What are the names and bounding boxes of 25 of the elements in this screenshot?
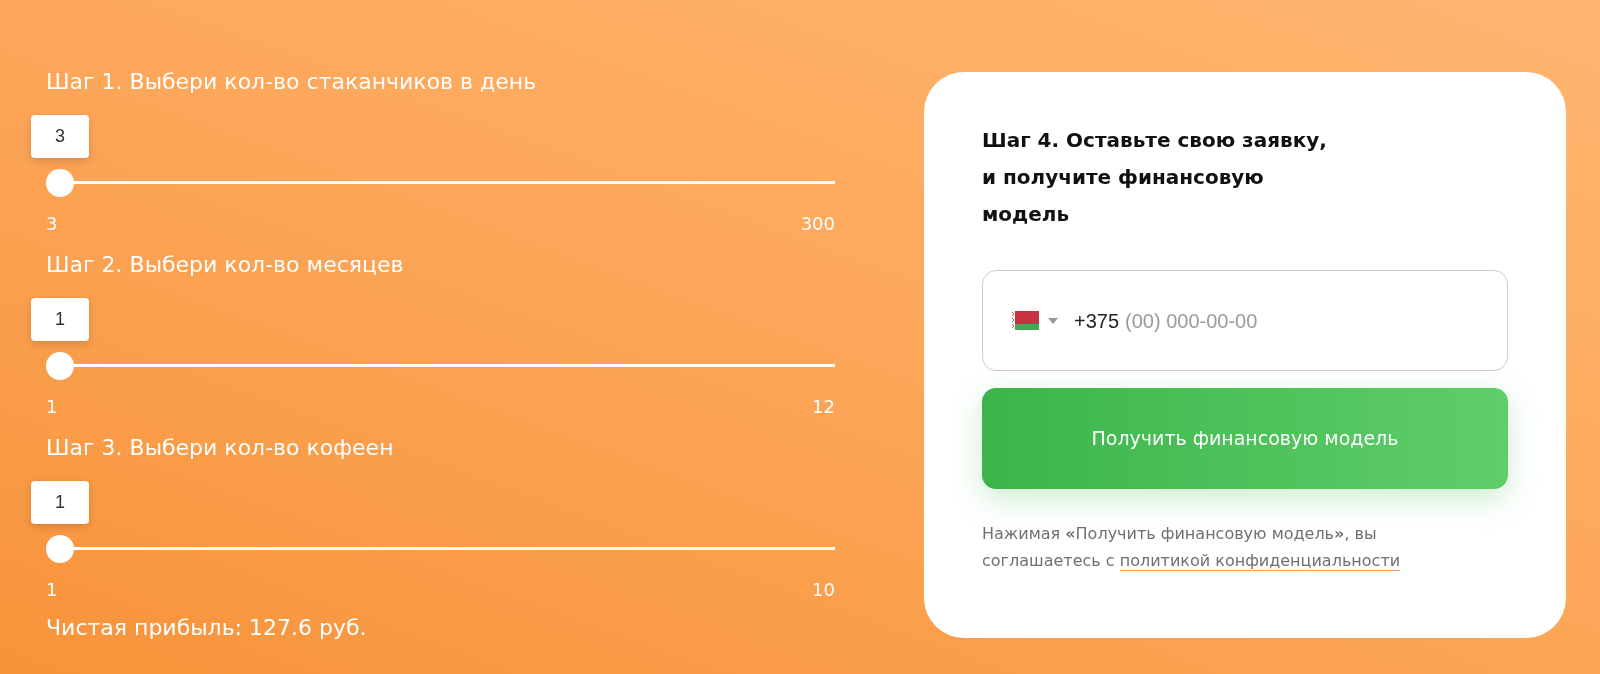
value-bubble: 3 [31,115,89,158]
slider-thumb[interactable] [46,535,74,563]
consent-text: Нажимая «Получить финансовую модель», вы соглашаетесь с политикой конфиденциальности [982,523,1402,573]
max-label: 12 [812,397,835,417]
flag-icon[interactable] [1011,311,1039,330]
slider-thumb[interactable] [46,352,74,380]
min-label: 3 [46,214,58,234]
value-bubble: 1 [31,298,89,341]
phone-field[interactable]: +375 (00) 000-00-00 [982,270,1508,371]
min-label: 1 [46,580,58,600]
max-label: 10 [812,580,835,600]
slider-track[interactable] [46,352,835,380]
form-heading: Шаг 4. Оставьте свою заявку, и получите финансовую модель [982,127,1328,228]
caret-icon[interactable] [1048,317,1058,324]
slider-track[interactable] [46,169,835,197]
value-bubble: 1 [31,481,89,524]
min-label: 1 [46,397,58,417]
step-heading: Шаг 1. Выбери кол-во стаканчиков в день [46,68,538,96]
max-label: 300 [800,214,835,234]
profit-text: Чистая прибыль: 127.6 руб. [46,614,368,642]
privacy-policy-link[interactable]: политикой конфиденциальности [1119,551,1401,571]
step-heading: Шаг 3. Выбери кол-во кофеен [46,434,395,462]
step-heading: Шаг 2. Выбери кол-во месяцев [46,251,405,279]
slider-thumb[interactable] [46,169,74,197]
slider-track[interactable] [46,535,835,563]
